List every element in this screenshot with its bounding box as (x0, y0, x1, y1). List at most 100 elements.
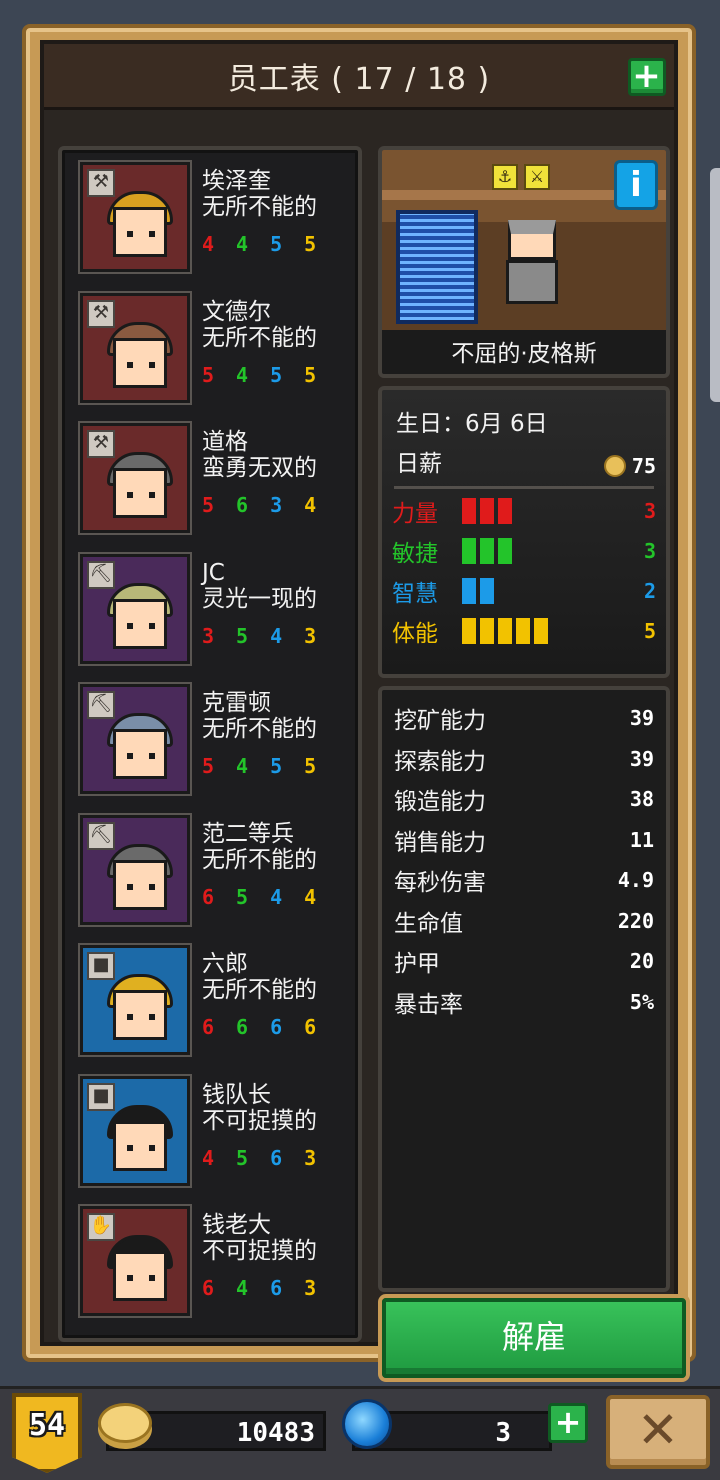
employee-list[interactable]: ⚒ 埃泽奎 无所不能的 4455 ⚒ 文德尔 无所不能的 5455 ⚒ 道格 蛮… (58, 146, 362, 1342)
employee-avatar[interactable]: ■ (80, 1075, 190, 1186)
attribute-bar (498, 618, 512, 644)
close-button[interactable]: ✕ (606, 1395, 710, 1469)
employee-stat: 5 (270, 754, 283, 778)
gold-amount: 10483 (236, 1418, 315, 1448)
attribute-bar (498, 498, 512, 524)
hammer-icon: ⚒ (87, 169, 115, 197)
hand-icon: ✋ (87, 1213, 115, 1241)
employee-avatar[interactable]: ⛏ (80, 814, 190, 925)
attribute-value: 2 (643, 579, 656, 603)
attribute-value: 3 (643, 499, 656, 523)
attribute-bar (480, 618, 494, 644)
employee-avatar[interactable]: ✋ (80, 1206, 190, 1316)
attribute-label: 体能 (392, 621, 438, 647)
employee-avatar[interactable]: ■ (80, 945, 190, 1055)
employee-row[interactable]: ⚒ 道格 蛮勇无双的 5634 (80, 423, 360, 535)
employee-stats: 4455 (202, 232, 316, 256)
employee-stats: 3543 (202, 624, 316, 648)
ability-row: 探索能力 39 (394, 741, 654, 777)
employee-stat: 3 (270, 493, 283, 517)
staff-window: 员工表 ( 17 / 18 ) + ⚒ 埃泽奎 无所不能的 4455 ⚒ 文德尔… (22, 24, 696, 1378)
scrollbar[interactable] (710, 168, 720, 402)
employee-eyes (127, 883, 155, 890)
employee-trait: 灵光一现的 (202, 585, 317, 612)
ability-row: 每秒伤害 4.9 (394, 862, 654, 898)
add-employee-button[interactable]: + (628, 58, 666, 96)
attribute-bars (462, 498, 644, 524)
attribute-bars (462, 538, 644, 564)
employee-stats: 5455 (202, 363, 316, 387)
ability-label: 暴击率 (394, 991, 463, 1018)
employee-name: JC (202, 559, 225, 586)
employee-avatar[interactable]: ⛏ (80, 553, 190, 664)
employee-stat: 6 (304, 1015, 317, 1039)
employee-eyes (127, 753, 155, 759)
fire-button[interactable]: 解雇 (382, 1298, 686, 1378)
employee-eyes (127, 361, 155, 368)
attribute-bars (462, 618, 644, 644)
bottom-status-bar: 54 10483 3 + ✕ (0, 1386, 720, 1480)
attribute-panel: 生日：6月 6日 日薪 75 力量 3 敏捷 3 智慧 2 体能 5 (378, 386, 670, 678)
employee-row[interactable]: ■ 六郎 无所不能的 6666 (80, 945, 360, 1057)
employee-stat: 5 (202, 754, 215, 778)
pickaxe-icon: ⛏ (87, 560, 115, 589)
employee-stat: 5 (304, 232, 317, 256)
employee-avatar[interactable]: ⚒ (80, 423, 190, 533)
add-gems-button[interactable]: + (548, 1403, 588, 1443)
employee-name: 钱老大 (202, 1212, 271, 1238)
ability-value: 4.9 (617, 868, 654, 892)
coin-icon (603, 455, 626, 477)
employee-row[interactable]: ⛏ 克雷顿 无所不能的 5455 (80, 684, 360, 796)
employee-stat: 4 (236, 232, 249, 256)
title-bar: 员工表 ( 17 / 18 ) + (44, 44, 674, 110)
employee-name: 埃泽奎 (202, 168, 271, 194)
employee-stat: 4 (270, 623, 283, 648)
attribute-row: 敏捷 3 (392, 534, 656, 568)
attribute-label: 智慧 (392, 581, 438, 607)
sprite-head (508, 220, 556, 260)
ability-value: 220 (617, 908, 654, 933)
attribute-row: 力量 3 (392, 494, 656, 528)
employee-stat: 5 (304, 362, 317, 387)
ability-label: 护甲 (394, 951, 440, 977)
employee-row[interactable]: ⚒ 文德尔 无所不能的 5455 (80, 292, 360, 405)
employee-avatar[interactable]: ⛏ (80, 684, 190, 794)
employee-stats: 5634 (202, 493, 316, 517)
ability-panel: 挖矿能力 39 探索能力 39 锻造能力 38 销售能力 11 每秒伤害 4.9… (378, 686, 670, 1292)
machine-icon (396, 210, 478, 324)
employee-stat: 4 (304, 493, 317, 517)
attribute-bar (462, 538, 476, 564)
attribute-bar (516, 618, 530, 644)
employee-row[interactable]: ✋ 钱老大 不可捉摸的 6463 (80, 1206, 360, 1318)
employee-avatar[interactable]: ⚒ (80, 292, 190, 403)
employee-stat: 6 (236, 1015, 249, 1039)
ability-row: 销售能力 11 (394, 822, 654, 858)
employee-stat: 3 (304, 1276, 317, 1300)
ability-label: 生命值 (394, 910, 463, 937)
ability-row: 挖矿能力 39 (394, 700, 654, 736)
employee-avatar[interactable]: ⚒ (80, 162, 190, 272)
employee-row[interactable]: ■ 钱队长 不可捉摸的 4563 (80, 1075, 360, 1188)
employee-eyes (127, 492, 155, 498)
employee-row[interactable]: ⚒ 埃泽奎 无所不能的 4455 (80, 162, 360, 274)
attribute-bar (462, 578, 476, 604)
employee-row[interactable]: ⛏ 范二等兵 无所不能的 6544 (80, 814, 360, 927)
employee-row[interactable]: ⛏ JC 灵光一现的 3543 (80, 553, 360, 666)
attribute-bars (462, 578, 644, 604)
employee-stats: 6463 (202, 1276, 316, 1300)
staff-window-inner: 员工表 ( 17 / 18 ) + ⚒ 埃泽奎 无所不能的 4455 ⚒ 文德尔… (40, 40, 686, 1378)
gem-icon (342, 1399, 392, 1449)
salary-label: 日薪 (396, 451, 442, 477)
boot-icon: ■ (87, 952, 115, 980)
ability-value: 38 (629, 787, 654, 811)
employee-stat: 4 (202, 1145, 215, 1170)
attribute-row: 体能 5 (392, 614, 656, 648)
employee-stats: 5455 (202, 754, 316, 778)
employee-stat: 4 (270, 884, 283, 909)
employee-trait: 无所不能的 (202, 716, 317, 742)
sword-scroll-icon: ⚔ (524, 164, 550, 190)
attribute-row: 智慧 2 (392, 574, 656, 608)
info-button[interactable]: i (614, 160, 658, 210)
employee-trait: 不可捉摸的 (202, 1238, 317, 1264)
employee-stat: 5 (236, 623, 249, 648)
